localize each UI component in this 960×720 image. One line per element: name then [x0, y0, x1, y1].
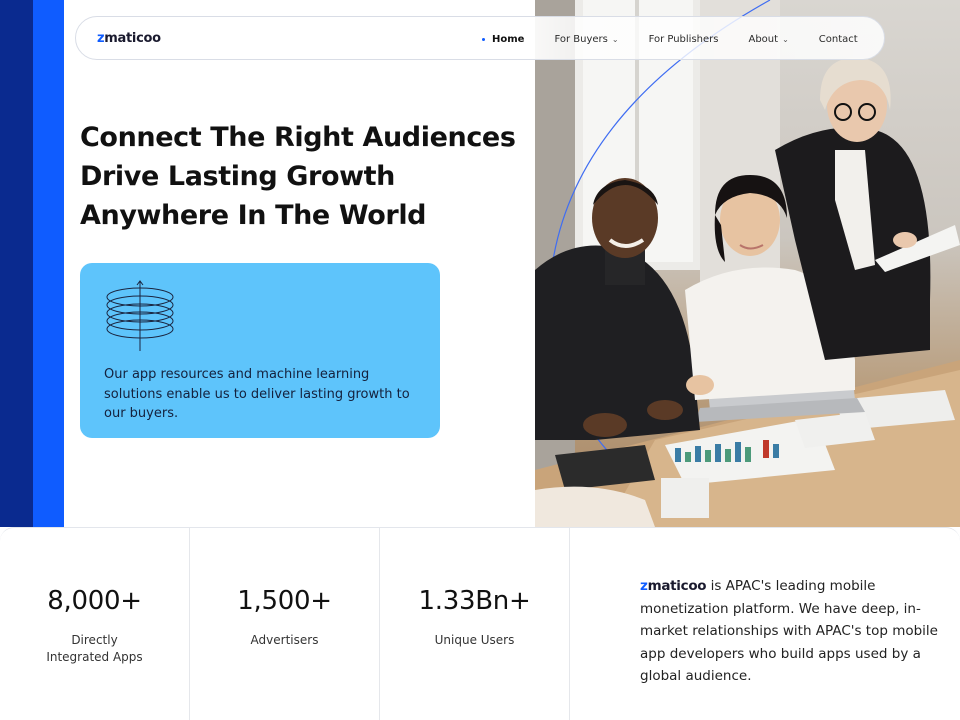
nav-item-about[interactable]: About ⌄: [748, 34, 788, 45]
stats-section: 8,000+ Directly Integrated Apps 1,500+ Ad…: [0, 527, 960, 720]
headline-line-1: Connect The Right Audiences: [80, 122, 516, 153]
zmaticoo-logo[interactable]: zmaticoo: [97, 31, 161, 46]
headline-line-2: Drive Lasting Growth: [80, 161, 395, 192]
nav-item-for-buyers[interactable]: For Buyers ⌄: [554, 34, 618, 45]
stat-advertisers: 1,500+ Advertisers: [190, 528, 380, 720]
hero-card-text: Our app resources and machine learning s…: [104, 367, 410, 421]
headline-line-3: Anywhere In The World: [80, 200, 427, 231]
stat-value: 1.33Bn+: [418, 586, 531, 616]
active-dot-icon: [482, 37, 485, 41]
nav-item-home[interactable]: Home: [482, 34, 524, 45]
stacked-rings-icon: [106, 280, 174, 351]
hero-headline: Connect The Right Audiences Drive Lastin…: [80, 118, 530, 235]
hero-photo: [535, 0, 960, 527]
top-navigation-bar: zmaticoo Home For Buyers ⌄ For Publishers…: [75, 16, 885, 60]
about-description: zmaticoo is APAC's leading mobile moneti…: [640, 578, 938, 684]
left-accent-stripe-dark: [0, 0, 33, 527]
stat-label: Directly Integrated Apps: [46, 633, 143, 664]
about-brand: zmaticoo: [640, 578, 707, 594]
stat-value: 1,500+: [237, 586, 332, 616]
nav-item-for-publishers[interactable]: For Publishers: [649, 34, 719, 45]
nav-links: Home For Buyers ⌄ For Publishers About ⌄ C…: [482, 17, 888, 61]
left-accent-stripe-blue: [33, 0, 64, 527]
nav-item-contact[interactable]: Contact: [819, 34, 858, 45]
stat-label: Unique Users: [434, 633, 515, 647]
chevron-down-icon: ⌄: [782, 34, 789, 44]
stat-integrated-apps: 8,000+ Directly Integrated Apps: [0, 528, 190, 720]
stat-unique-users: 1.33Bn+ Unique Users: [380, 528, 570, 720]
hero-info-card: Our app resources and machine learning s…: [80, 263, 440, 438]
stat-value: 8,000+: [47, 586, 142, 616]
chevron-down-icon: ⌄: [611, 34, 619, 44]
stat-label: Advertisers: [250, 633, 319, 647]
